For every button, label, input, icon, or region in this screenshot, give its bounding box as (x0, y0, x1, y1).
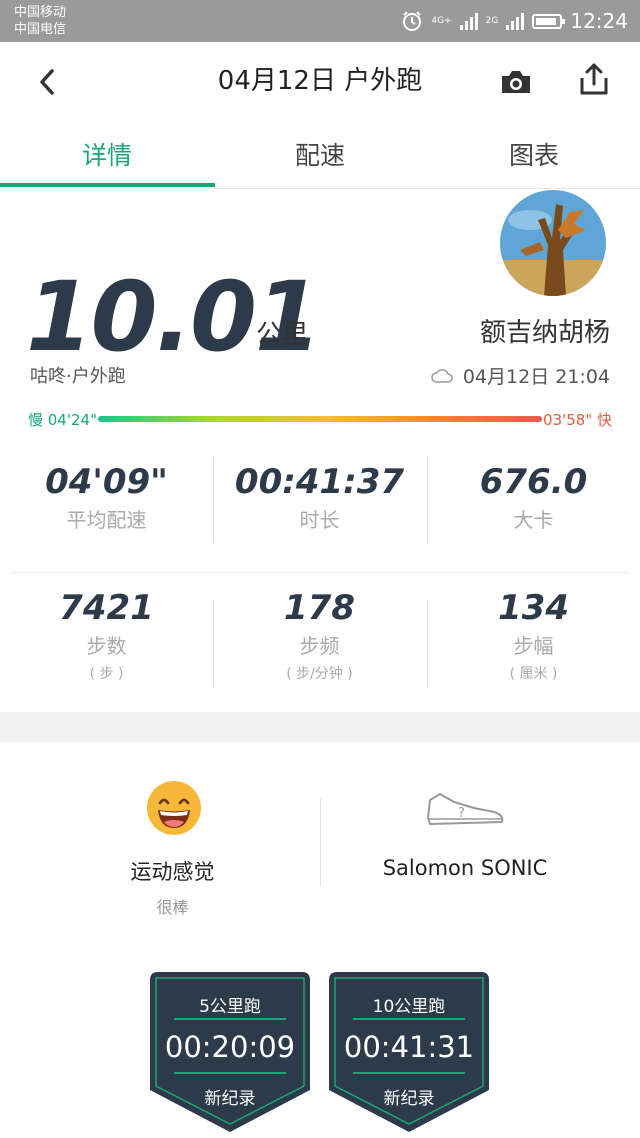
record-time: 00:20:09 (164, 1030, 296, 1064)
stat-label: 平均配速 (66, 508, 147, 532)
page-title: 04月12日 户外跑 (217, 66, 423, 96)
stat-unit: ( 步/分钟 ) (286, 666, 353, 682)
stat-calories: 676.0 大卡 (427, 462, 640, 533)
stat-value: 00:41:37 (234, 462, 405, 502)
camera-button[interactable] (496, 62, 536, 102)
record-time: 00:41:31 (343, 1030, 475, 1064)
badge-rule (353, 1072, 465, 1074)
tab-pace[interactable]: 配速 (213, 136, 427, 172)
avatar[interactable] (500, 190, 606, 296)
divider (427, 458, 428, 542)
shoe-icon: ? (427, 793, 504, 825)
signal-icon-1 (459, 12, 478, 30)
network-2g-label: 2G (485, 15, 499, 26)
header: 04月12日 户外跑 (0, 42, 640, 120)
carrier-1: 中国移动 (14, 5, 67, 20)
network-4g-label: 4G+ (431, 15, 452, 26)
battery-icon (532, 13, 566, 29)
shoe-label: Salomon SONIC (382, 856, 548, 880)
divider (213, 600, 214, 686)
status-time: 12:24 (570, 9, 628, 33)
section-separator (0, 712, 640, 742)
feeling-label: 运动感觉 (130, 860, 215, 884)
signal-icon-2 (506, 12, 525, 30)
alarm-icon (403, 11, 422, 31)
stat-value: 676.0 (479, 462, 588, 502)
tab-bar: 详情 配速 图表 (0, 120, 640, 189)
stat-steps: 7421 步数 ( 步 ) (0, 588, 213, 683)
share-icon (580, 63, 608, 95)
record-badge-10km[interactable]: 10公里跑 00:41:31 新纪录 (329, 972, 489, 1132)
stat-unit: ( 厘米 ) (509, 666, 558, 682)
badge-rule (353, 1018, 465, 1020)
avatar-tree-image (500, 190, 606, 296)
datetime-text: 04月12日 21:04 (462, 366, 610, 388)
username[interactable]: 额吉纳胡杨 (480, 312, 610, 349)
stat-label: 步频 (299, 634, 340, 658)
tab-charts[interactable]: 图表 (427, 136, 640, 172)
activity-source: 咕咚·户外跑 (30, 366, 126, 387)
stat-stride: 134 步幅 ( 厘米 ) (427, 588, 640, 683)
badge-rule (174, 1072, 286, 1074)
record-tag: 新纪录 (204, 1089, 256, 1109)
tab-details[interactable]: 详情 (0, 136, 214, 172)
carrier-2: 中国电信 (14, 22, 67, 37)
stat-label: 步幅 (513, 634, 554, 658)
record-tag: 新纪录 (383, 1089, 435, 1109)
divider (427, 600, 428, 686)
camera-icon (502, 71, 530, 93)
stat-cadence: 178 步频 ( 步/分钟 ) (213, 588, 426, 683)
pace-fast-label: 03'58" 快 (543, 411, 612, 429)
share-button[interactable] (574, 60, 614, 100)
stat-label: 时长 (299, 508, 340, 532)
record-badge-5km[interactable]: 5公里跑 00:20:09 新纪录 (150, 972, 310, 1132)
cloud-icon (431, 368, 453, 383)
laughing-face-icon (147, 781, 201, 835)
active-tab-indicator (0, 183, 215, 187)
record-title: 5公里跑 (199, 997, 261, 1017)
stat-value: 134 (498, 588, 569, 628)
stat-avg-pace: 04'09" 平均配速 (0, 462, 213, 533)
pace-gradient-bar (98, 416, 542, 422)
carriers: 中国移动 中国电信 (14, 4, 66, 38)
stat-duration: 00:41:37 时长 (213, 462, 426, 533)
stat-label: 步数 (86, 634, 127, 658)
divider (10, 572, 630, 573)
stat-label: 大卡 (513, 508, 554, 532)
activity-datetime: 04月12日 21:04 (431, 362, 610, 389)
svg-text:?: ? (458, 806, 465, 821)
status-icons: 4G+ 2G 12:24 (401, 6, 628, 36)
stat-unit: ( 步 ) (89, 666, 124, 682)
record-title: 10公里跑 (372, 997, 446, 1017)
feeling-value: 很棒 (156, 898, 189, 917)
stat-value: 178 (284, 588, 355, 628)
distance-unit: 公里 (256, 320, 309, 350)
stat-value: 04'09" (45, 462, 168, 502)
pace-slow-label: 慢 04'24" (28, 411, 97, 429)
badge-rule (174, 1018, 286, 1020)
divider (213, 458, 214, 542)
stat-value: 7421 (59, 588, 154, 628)
status-bar: 中国移动 中国电信 4G+ 2G 12:24 (0, 0, 640, 42)
